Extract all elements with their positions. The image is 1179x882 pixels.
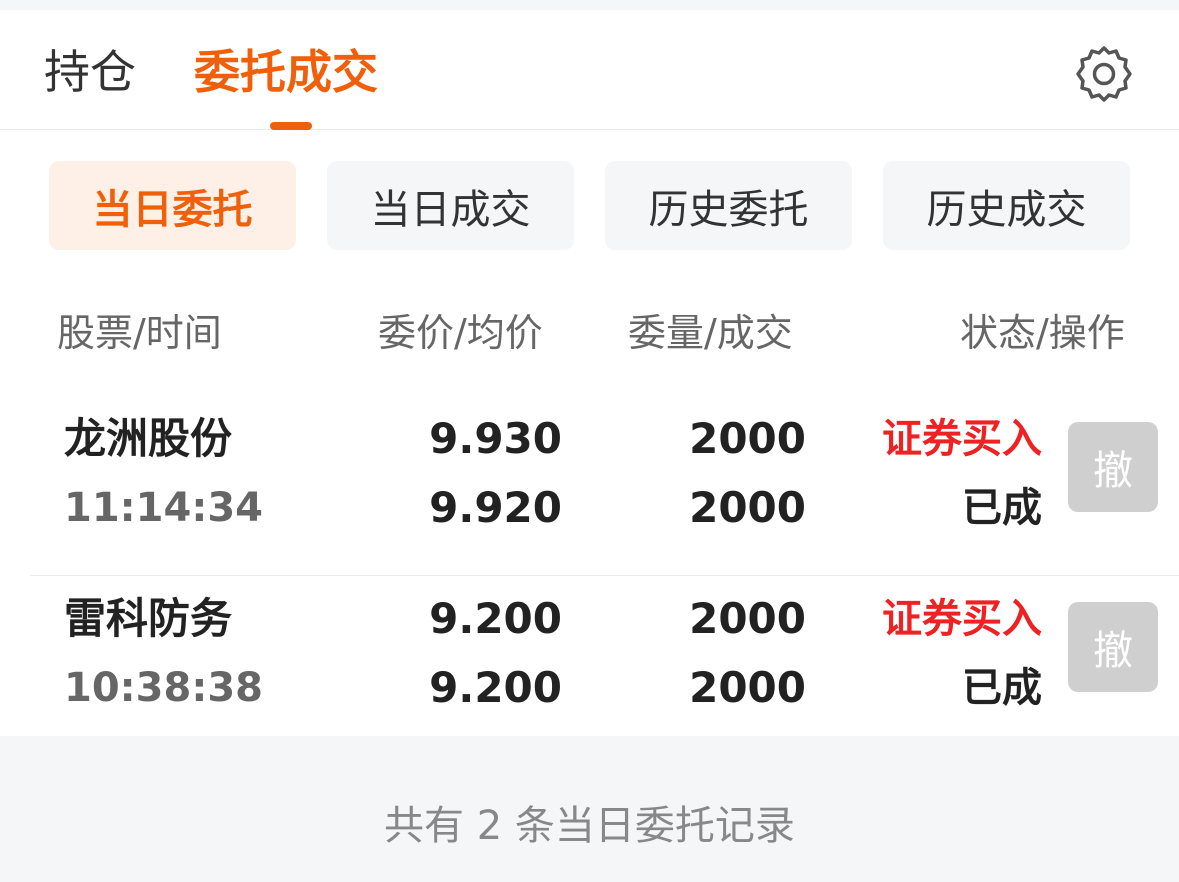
column-header-quantity: 委量/成交 xyxy=(628,311,793,355)
stock-name: 雷科防务 xyxy=(64,594,233,643)
order-type: 证券买入 xyxy=(882,596,1042,642)
column-header-price: 委价/均价 xyxy=(378,311,543,355)
order-quantity: 2000 xyxy=(689,594,806,643)
average-price: 9.920 xyxy=(429,483,562,532)
filter-today-orders[interactable]: 当日委托 xyxy=(49,161,296,250)
average-price: 9.200 xyxy=(429,663,562,712)
record-count-footer: 共有 2 条当日委托记录 xyxy=(384,803,795,849)
filled-quantity: 2000 xyxy=(689,663,806,712)
order-price: 9.930 xyxy=(429,414,562,463)
active-tab-indicator xyxy=(270,122,312,130)
order-status: 已成 xyxy=(962,485,1042,531)
filled-quantity: 2000 xyxy=(689,483,806,532)
filter-today-trades[interactable]: 当日成交 xyxy=(327,161,574,250)
order-time: 11:14:34 xyxy=(64,485,263,531)
order-quantity: 2000 xyxy=(689,414,806,463)
gear-icon[interactable] xyxy=(1074,44,1134,104)
order-row[interactable]: 龙洲股份 11:14:34 9.930 9.920 2000 2000 证券买入… xyxy=(30,396,1179,576)
tab-positions[interactable]: 持仓 xyxy=(44,42,136,102)
orders-panel: 持仓 委托成交 当日委托 当日成交 历史委托 历史成交 股票/时间 委价/均价 … xyxy=(0,10,1179,736)
order-time: 10:38:38 xyxy=(64,665,263,711)
top-tab-bar: 持仓 委托成交 xyxy=(0,10,1179,130)
filter-history-orders[interactable]: 历史委托 xyxy=(605,161,852,250)
filter-history-trades[interactable]: 历史成交 xyxy=(883,161,1130,250)
column-header-stock-time: 股票/时间 xyxy=(57,311,222,355)
cancel-order-button[interactable]: 撤 xyxy=(1068,422,1158,512)
stock-name: 龙洲股份 xyxy=(64,414,233,463)
order-type: 证券买入 xyxy=(882,416,1042,462)
cancel-order-button[interactable]: 撤 xyxy=(1068,602,1158,692)
column-header-status-action: 状态/操作 xyxy=(960,311,1125,355)
order-status: 已成 xyxy=(962,665,1042,711)
order-row[interactable]: 雷科防务 10:38:38 9.200 9.200 2000 2000 证券买入… xyxy=(30,576,1179,756)
tab-orders-trades[interactable]: 委托成交 xyxy=(194,42,378,102)
order-price: 9.200 xyxy=(429,594,562,643)
